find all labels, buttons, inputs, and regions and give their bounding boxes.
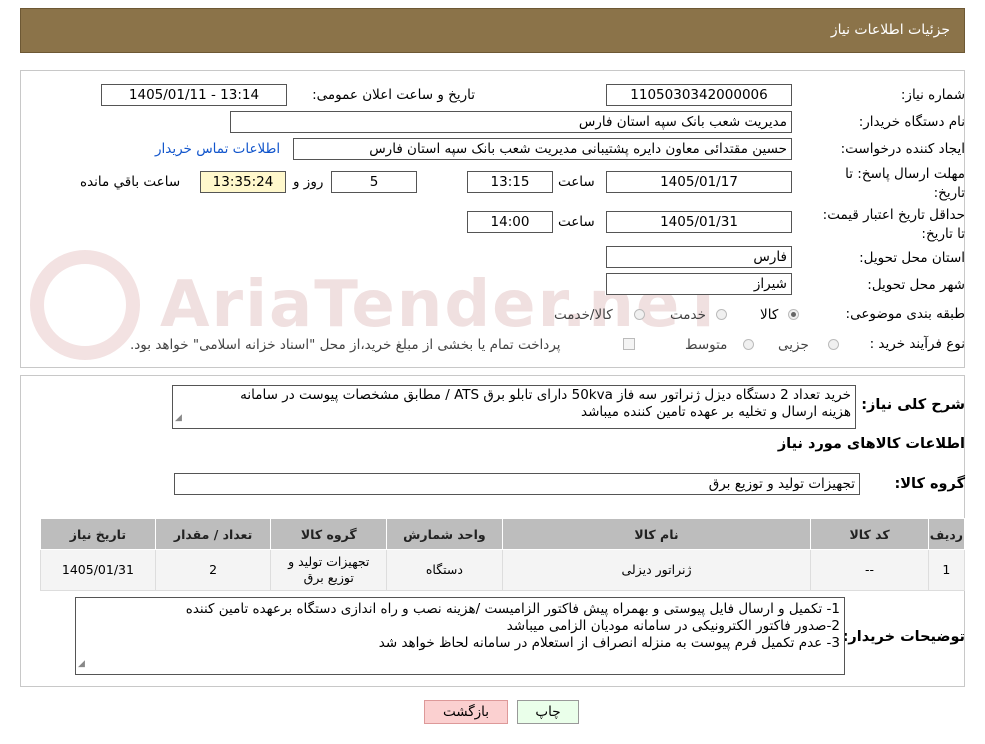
- delivery-city-label: شهر محل تحویل:: [867, 277, 965, 293]
- process-minor-radio[interactable]: [828, 339, 839, 350]
- resize-grip-icon[interactable]: ◢: [78, 656, 85, 673]
- announce-datetime-label: تاریخ و ساعت اعلان عمومی:: [312, 87, 475, 103]
- column-header-name: نام کالا: [501, 518, 812, 550]
- days-label: روز و: [293, 174, 324, 190]
- category-service-radio[interactable]: [716, 309, 727, 320]
- process-medium-label: متوسط: [685, 337, 728, 353]
- cell-code: --: [810, 549, 929, 591]
- buyer-contact-link[interactable]: اطلاعات تماس خریدار: [155, 141, 280, 157]
- price-validity-date: 1405/01/31: [606, 211, 792, 233]
- column-header-group: گروه کالا: [270, 518, 388, 550]
- response-deadline-time: 13:15: [467, 171, 553, 193]
- announce-datetime-field: 1405/01/11 - 13:14: [101, 84, 287, 106]
- page-header: جزئیات اطلاعات نیاز: [20, 8, 965, 53]
- buyer-note-line-1: 1- تکمیل و ارسال فایل پیوستی و بهمراه پی…: [185, 601, 840, 617]
- category-label: طبقه بندی موضوعی:: [845, 306, 965, 322]
- buyer-org-label: نام دستگاه خریدار:: [858, 114, 965, 130]
- remaining-time-label: ساعت باقي مانده: [80, 174, 181, 190]
- category-service-label: خدمت: [670, 307, 706, 323]
- price-validity-label: حداقل تاریخ اعتبار قیمت: تا تاریخ:: [822, 207, 965, 242]
- column-header-code: کد کالا: [810, 518, 929, 550]
- need-number-field: 1105030342000006: [606, 84, 792, 106]
- goods-info-title: اطلاعات کالاهای مورد نیاز: [777, 436, 965, 452]
- response-time-label: ساعت: [558, 174, 595, 190]
- back-button[interactable]: بازگشت: [424, 700, 508, 724]
- goods-table-wrapper: ردیف کد کالا نام کالا واحد شمارش گروه کا…: [40, 518, 966, 591]
- table-row: 1 -- ژنراتور دیزلی دستگاه تجهیزات تولید …: [40, 549, 966, 591]
- category-goods-service-radio[interactable]: [634, 309, 645, 320]
- goods-group-label: گروه کالا:: [894, 476, 965, 492]
- price-validity-time: 14:00: [467, 211, 553, 233]
- cell-quantity: 2: [154, 549, 272, 591]
- buyer-note-line-2: 2-صدور فاکتور الکترونیکی در سامانه مودیا…: [506, 618, 840, 634]
- treasury-payment-checkbox[interactable]: [623, 338, 635, 350]
- response-deadline-date: 1405/01/17: [606, 171, 792, 193]
- process-medium-radio[interactable]: [743, 339, 754, 350]
- process-minor-label: جزیی: [778, 337, 809, 353]
- goods-table: ردیف کد کالا نام کالا واحد شمارش گروه کا…: [40, 518, 966, 591]
- cell-date: 1405/01/31: [40, 549, 156, 591]
- buyer-org-field: مدیریت شعب بانک سپه استان فارس: [230, 111, 792, 133]
- process-type-label: نوع فرآیند خرید :: [869, 336, 965, 352]
- remaining-time-field: 13:35:24: [200, 171, 286, 193]
- price-validity-time-label: ساعت: [558, 214, 595, 230]
- remaining-days-field: 5: [331, 171, 417, 193]
- cell-unit: دستگاه: [386, 549, 503, 591]
- category-goods-service-label: کالا/خدمت: [554, 307, 613, 323]
- table-header-row: ردیف کد کالا نام کالا واحد شمارش گروه کا…: [40, 518, 966, 550]
- requester-label: ایجاد کننده درخواست:: [840, 141, 965, 157]
- delivery-province-field: فارس: [606, 246, 792, 268]
- buyer-note-line-3: 3- عدم تکمیل فرم پیوست به منزله انصراف ا…: [378, 635, 840, 651]
- summary-label: شرح کلی نیاز:: [861, 397, 965, 413]
- goods-group-field: تجهیزات تولید و توزیع برق: [174, 473, 860, 495]
- need-number-label: شماره نیاز:: [900, 87, 965, 103]
- resize-grip-icon[interactable]: ◢: [175, 410, 182, 427]
- treasury-payment-note: پرداخت تمام یا بخشی از مبلغ خرید،از محل …: [130, 337, 561, 353]
- requester-field: حسین مقتدائی معاون دایره پشتیبانی مدیریت…: [293, 138, 792, 160]
- watermark-logo-icon: [30, 250, 140, 360]
- column-header-date: تاریخ نیاز: [40, 518, 156, 550]
- cell-row-number: 1: [927, 549, 966, 591]
- column-header-unit: واحد شمارش: [386, 518, 503, 550]
- delivery-city-field: شیراز: [606, 273, 792, 295]
- print-button[interactable]: چاپ: [517, 700, 579, 724]
- response-deadline-label: مهلت ارسال پاسخ: تا تاریخ:: [845, 166, 965, 201]
- cell-group: تجهیزات تولید و توزیع برق: [270, 549, 388, 591]
- buyer-notes-textarea: 1- تکمیل و ارسال فایل پیوستی و بهمراه پی…: [75, 597, 845, 675]
- page-title: جزئیات اطلاعات نیاز: [830, 22, 950, 38]
- column-header-quantity: تعداد / مقدار: [154, 518, 272, 550]
- summary-textarea: خرید تعداد 2 دستگاه دیزل ژنراتور سه فاز …: [172, 385, 856, 429]
- summary-line-1: خرید تعداد 2 دستگاه دیزل ژنراتور سه فاز …: [240, 387, 851, 403]
- summary-line-2: هزینه ارسال و تخلیه بر عهده تامین کننده …: [581, 404, 851, 420]
- column-header-row-number: ردیف: [927, 518, 966, 550]
- category-goods-radio[interactable]: [788, 309, 799, 320]
- category-goods-label: کالا: [760, 307, 779, 323]
- cell-name: ژنراتور دیزلی: [501, 549, 812, 591]
- buyer-notes-label: توضیحات خریدار:: [842, 629, 965, 645]
- delivery-province-label: استان محل تحویل:: [859, 250, 965, 266]
